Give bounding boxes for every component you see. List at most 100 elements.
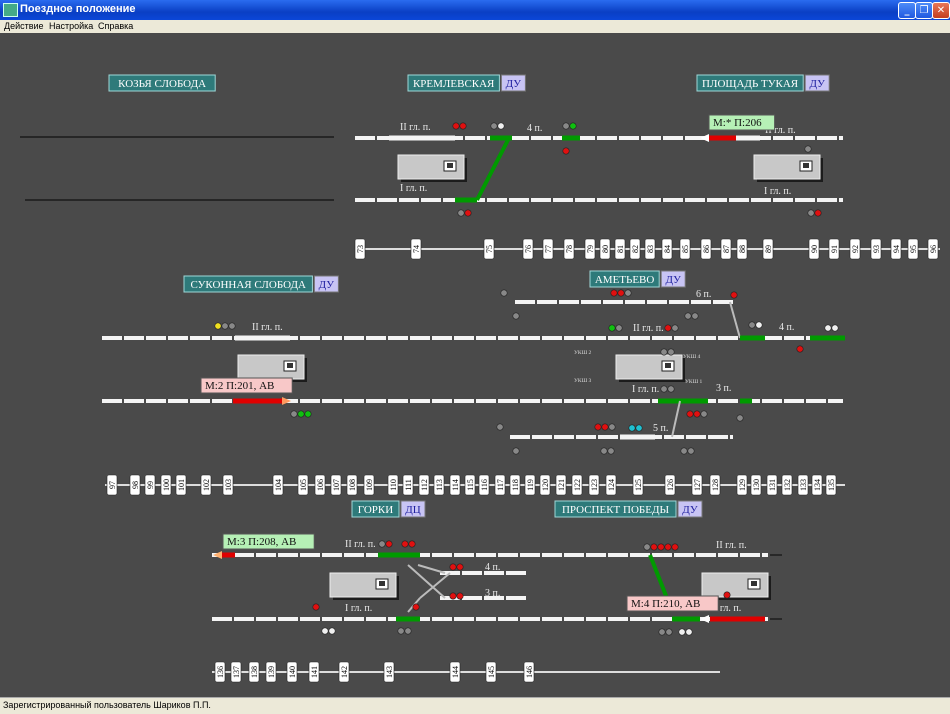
signal-icon[interactable] xyxy=(660,348,675,356)
signal-icon[interactable] xyxy=(512,447,520,455)
control-mode-label[interactable]: ДЦ xyxy=(405,504,421,516)
picket-marker[interactable]: 136 xyxy=(214,661,226,683)
control-mode-label[interactable]: ДУ xyxy=(809,78,825,90)
signal-icon[interactable] xyxy=(804,145,812,153)
picket-marker[interactable]: 85 xyxy=(679,238,691,260)
signal-icon[interactable] xyxy=(397,627,412,635)
control-mode-label[interactable]: ДУ xyxy=(682,504,698,516)
picket-marker[interactable]: 99 xyxy=(144,474,156,496)
signal-icon[interactable] xyxy=(664,324,679,332)
train-label[interactable]: М:* П:206 xyxy=(713,117,762,129)
picket-marker[interactable]: 116 xyxy=(478,474,490,496)
signal-icon[interactable] xyxy=(457,209,472,217)
picket-marker[interactable]: 73 xyxy=(354,238,366,260)
station-name[interactable]: СУКОННАЯ СЛОБОДА xyxy=(190,279,306,291)
picket-marker[interactable]: 88 xyxy=(736,238,748,260)
picket-marker[interactable]: 87 xyxy=(720,238,732,260)
picket-marker[interactable]: 139 xyxy=(265,661,277,683)
train-label[interactable]: М:3 П:208, АВ xyxy=(227,536,296,548)
picket-marker[interactable]: 91 xyxy=(828,238,840,260)
train-label[interactable]: М:2 П:201, АВ xyxy=(205,380,274,392)
picket-marker[interactable]: 110 xyxy=(387,474,399,496)
signal-icon[interactable] xyxy=(736,414,744,422)
signal-icon[interactable] xyxy=(686,410,708,418)
signal-icon[interactable] xyxy=(628,424,643,432)
picket-marker[interactable]: 79 xyxy=(584,238,596,260)
picket-marker[interactable]: 123 xyxy=(588,474,600,496)
picket-marker[interactable]: 115 xyxy=(464,474,476,496)
station-name[interactable]: ПРОСПЕКТ ПОБЕДЫ xyxy=(562,504,670,516)
signal-icon[interactable] xyxy=(500,289,508,297)
signal-icon[interactable] xyxy=(378,540,393,548)
close-button[interactable]: ✕ xyxy=(932,2,950,19)
signal-icon[interactable] xyxy=(496,423,504,431)
station-name[interactable]: КОЗЬЯ СЛОБОДА xyxy=(118,78,206,90)
station-name[interactable]: АМЕТЬЕВО xyxy=(595,274,655,286)
picket-marker[interactable]: 98 xyxy=(129,474,141,496)
minimize-button[interactable]: _ xyxy=(898,2,916,19)
signal-icon[interactable] xyxy=(594,423,616,431)
picket-marker[interactable]: 130 xyxy=(750,474,762,496)
menu-help[interactable]: Справка xyxy=(98,21,133,31)
picket-marker[interactable]: 120 xyxy=(539,474,551,496)
signal-icon[interactable] xyxy=(824,324,839,332)
picket-marker[interactable]: 128 xyxy=(709,474,721,496)
picket-marker[interactable]: 93 xyxy=(870,238,882,260)
picket-marker[interactable]: 138 xyxy=(248,661,260,683)
menu-settings[interactable]: Настройка xyxy=(49,21,93,31)
picket-marker[interactable]: 83 xyxy=(644,238,656,260)
picket-marker[interactable]: 107 xyxy=(330,474,342,496)
picket-marker[interactable]: 96 xyxy=(927,238,939,260)
station-name[interactable]: КРЕМЛЕВСКАЯ xyxy=(413,78,495,90)
picket-marker[interactable]: 109 xyxy=(363,474,375,496)
picket-marker[interactable]: 100 xyxy=(160,474,172,496)
picket-marker[interactable]: 102 xyxy=(200,474,212,496)
maximize-button[interactable]: ❐ xyxy=(915,2,933,19)
picket-marker[interactable]: 84 xyxy=(661,238,673,260)
picket-marker[interactable]: 125 xyxy=(632,474,644,496)
signal-icon[interactable] xyxy=(796,345,804,353)
menu-action[interactable]: Действие xyxy=(4,21,44,31)
picket-marker[interactable]: 114 xyxy=(449,474,461,496)
picket-marker[interactable]: 144 xyxy=(449,661,461,683)
picket-marker[interactable]: 106 xyxy=(314,474,326,496)
picket-marker[interactable]: 142 xyxy=(338,661,350,683)
picket-marker[interactable]: 134 xyxy=(811,474,823,496)
signal-icon[interactable] xyxy=(610,289,632,297)
signal-icon[interactable] xyxy=(678,628,693,636)
signal-icon[interactable] xyxy=(214,322,236,330)
picket-marker[interactable]: 140 xyxy=(286,661,298,683)
picket-marker[interactable]: 95 xyxy=(907,238,919,260)
signal-icon[interactable] xyxy=(512,312,520,320)
signal-icon[interactable] xyxy=(412,603,420,611)
signal-icon[interactable] xyxy=(608,324,623,332)
picket-marker[interactable]: 78 xyxy=(563,238,575,260)
picket-marker[interactable]: 104 xyxy=(272,474,284,496)
picket-marker[interactable]: 119 xyxy=(524,474,536,496)
picket-marker[interactable]: 111 xyxy=(402,474,414,496)
picket-marker[interactable]: 108 xyxy=(346,474,358,496)
picket-marker[interactable]: 129 xyxy=(736,474,748,496)
picket-marker[interactable]: 81 xyxy=(614,238,626,260)
picket-marker[interactable]: 126 xyxy=(664,474,676,496)
picket-marker[interactable]: 90 xyxy=(808,238,820,260)
picket-marker[interactable]: 141 xyxy=(308,661,320,683)
signal-icon[interactable] xyxy=(452,122,467,130)
picket-marker[interactable]: 146 xyxy=(523,661,535,683)
station-name[interactable]: ГОРКИ xyxy=(358,504,393,516)
signal-icon[interactable] xyxy=(290,410,312,418)
picket-marker[interactable]: 77 xyxy=(542,238,554,260)
picket-marker[interactable]: 103 xyxy=(222,474,234,496)
picket-marker[interactable]: 121 xyxy=(555,474,567,496)
picket-marker[interactable]: 74 xyxy=(410,238,422,260)
picket-marker[interactable]: 118 xyxy=(509,474,521,496)
signal-icon[interactable] xyxy=(680,447,695,455)
signal-icon[interactable] xyxy=(321,627,336,635)
picket-marker[interactable]: 124 xyxy=(605,474,617,496)
picket-marker[interactable]: 135 xyxy=(825,474,837,496)
signal-icon[interactable] xyxy=(401,540,416,548)
picket-marker[interactable]: 97 xyxy=(106,474,118,496)
signal-icon[interactable] xyxy=(748,321,763,329)
signal-icon[interactable] xyxy=(562,122,577,130)
signal-icon[interactable] xyxy=(490,122,505,130)
